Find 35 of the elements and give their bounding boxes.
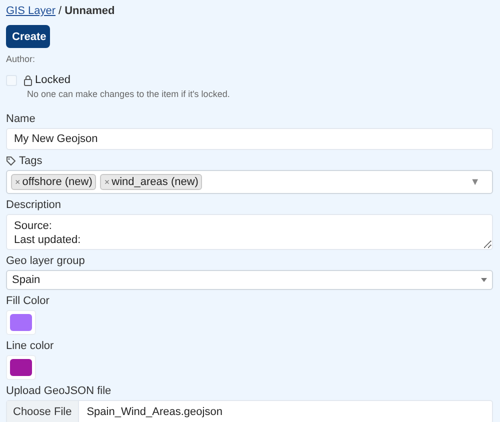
line-color-label: Line color <box>6 340 55 352</box>
caret-icon <box>481 278 487 282</box>
breadcrumb-separator: / <box>58 5 62 17</box>
line-color-picker[interactable] <box>6 355 36 380</box>
author-label: Author: <box>6 54 36 64</box>
breadcrumb-current: Unnamed <box>64 5 115 17</box>
tag-icon <box>6 156 16 166</box>
breadcrumb-link[interactable]: GIS Layer <box>6 5 56 17</box>
name-field[interactable]: My New Geojson <box>6 128 493 150</box>
file-input[interactable]: Choose File Spain_Wind_Areas.geojson <box>6 400 493 422</box>
choose-file-button[interactable]: Choose File <box>7 401 79 422</box>
create-button[interactable]: Create <box>6 25 50 48</box>
lock-icon <box>24 74 32 86</box>
name-label: Name <box>6 113 36 125</box>
fill-color-picker[interactable] <box>6 310 36 335</box>
geo-layer-group-select[interactable]: Spain <box>6 270 493 290</box>
tags-field[interactable]: × offshore (new) × wind_areas (new) ▼ <box>6 170 493 194</box>
select-value: Spain <box>12 274 40 286</box>
tag-chip[interactable]: × wind_areas (new) <box>100 174 202 190</box>
remove-tag-icon[interactable]: × <box>15 177 20 187</box>
tags-label: Tags <box>19 155 42 167</box>
locked-help-text: No one can make changes to the item if it's locked. <box>27 89 231 99</box>
tag-chip[interactable]: × offshore (new) <box>11 174 96 190</box>
dropdown-arrow[interactable]: ▼ <box>470 176 480 188</box>
locked-label: Locked <box>35 74 70 86</box>
description-field[interactable]: Source: Last updated: <box>6 214 493 250</box>
description-label: Description <box>6 199 62 211</box>
remove-tag-icon[interactable]: × <box>104 177 110 187</box>
tag-label: offshore (new) <box>22 176 92 188</box>
file-name: Spain_Wind_Areas.geojson <box>86 406 222 418</box>
geo-layer-group-label: Geo layer group <box>6 255 86 267</box>
upload-label: Upload GeoJSON file <box>6 385 112 397</box>
locked-checkbox[interactable] <box>6 74 17 86</box>
tag-label: wind_areas (new) <box>112 176 198 188</box>
fill-color-label: Fill Color <box>6 295 50 307</box>
